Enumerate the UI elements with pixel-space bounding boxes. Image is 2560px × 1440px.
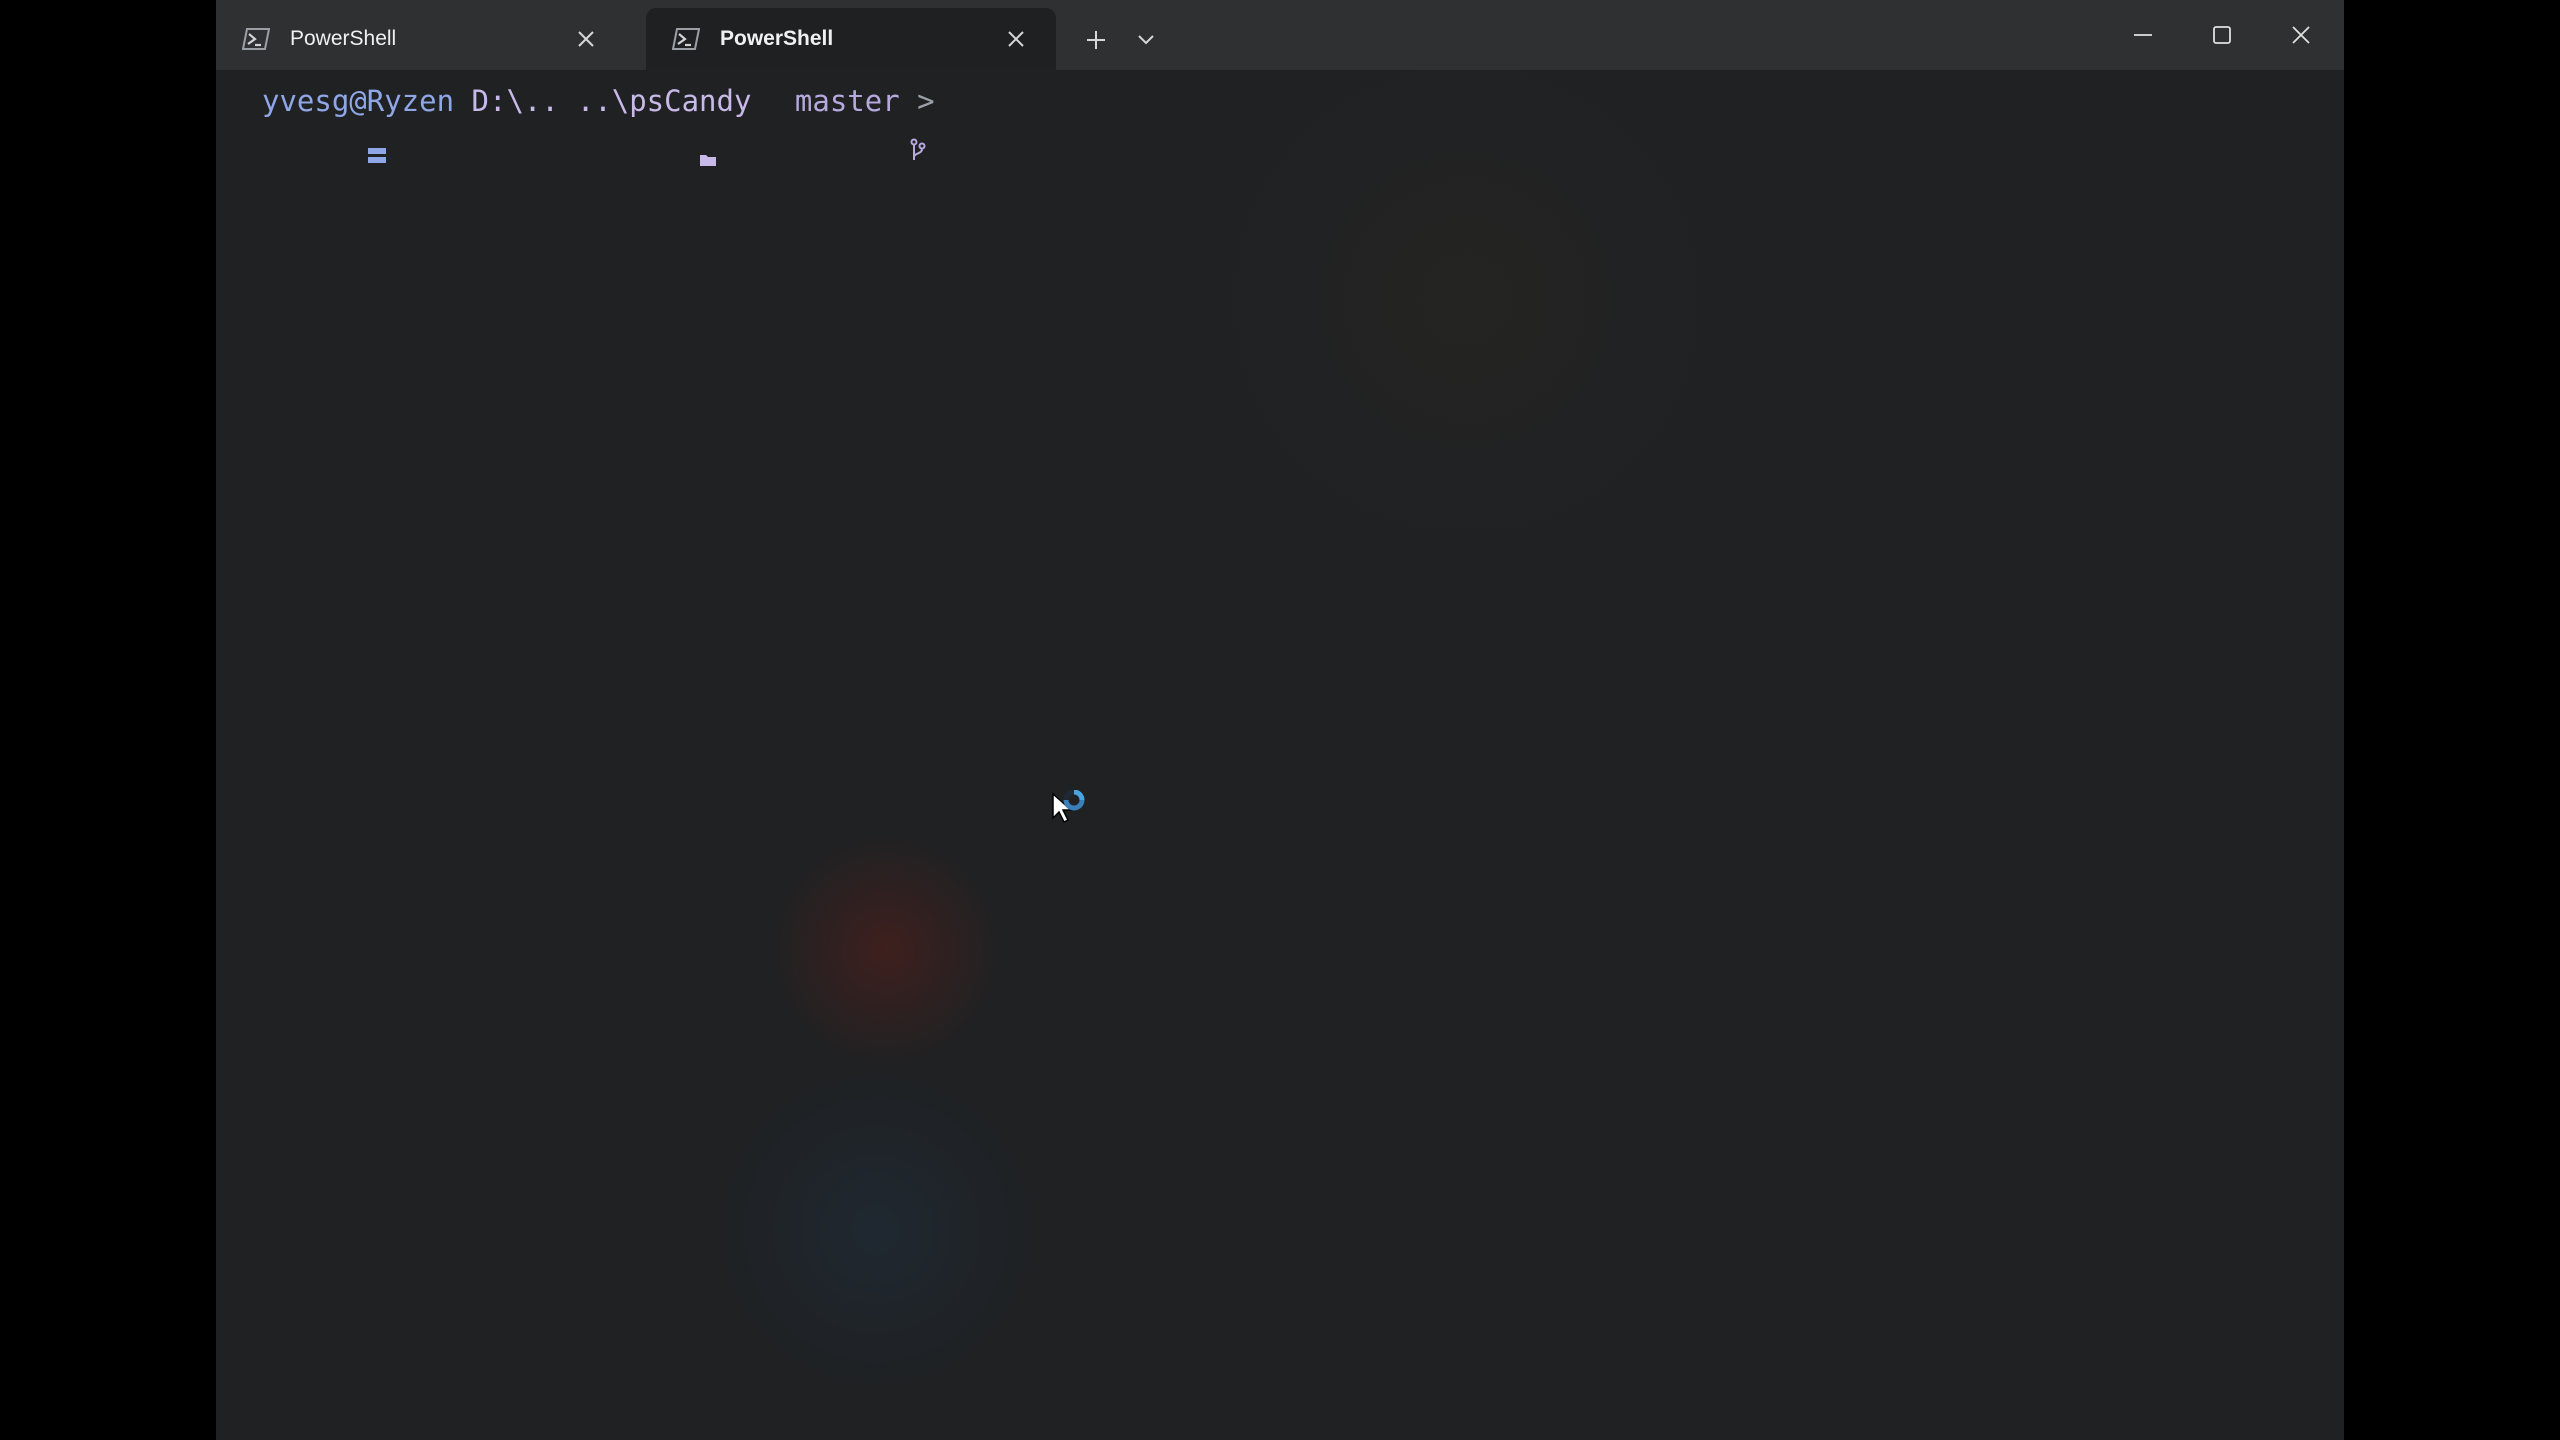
prompt-path-start: D:\.. xyxy=(471,84,559,118)
maximize-icon xyxy=(2213,26,2231,44)
windows-icon xyxy=(228,92,386,163)
maximize-button[interactable] xyxy=(2183,0,2261,70)
tab-powershell-1[interactable]: PowerShell xyxy=(216,8,626,70)
new-tab-button[interactable] xyxy=(1074,18,1118,62)
plus-icon xyxy=(1087,31,1105,49)
prompt-branch: master xyxy=(794,84,900,118)
title-bar[interactable]: PowerShell PowerShell xyxy=(216,0,2344,70)
minimize-icon xyxy=(2134,34,2152,36)
powershell-icon xyxy=(241,27,271,51)
tab-title: PowerShell xyxy=(290,27,397,50)
busy-cursor-icon xyxy=(1050,789,1110,850)
folder-icon xyxy=(559,94,716,166)
close-icon[interactable] xyxy=(566,19,606,59)
tab-powershell-2[interactable]: PowerShell xyxy=(646,8,1056,70)
git-branch-icon xyxy=(769,89,926,160)
prompt-path-end: ..\psCandy xyxy=(576,84,752,118)
prompt-caret: > xyxy=(917,84,935,118)
chevron-down-icon xyxy=(1138,35,1154,45)
tab-title: PowerShell xyxy=(720,27,834,50)
powershell-icon xyxy=(671,27,701,51)
close-icon[interactable] xyxy=(996,19,1036,59)
terminal-pane[interactable]: yvesg@Ryzen D:\.. ..\psCandy master > xyxy=(216,70,2344,1440)
minimize-button[interactable] xyxy=(2104,0,2182,70)
terminal-window: PowerShell PowerShell yvesg@Ryzen D:\.. … xyxy=(216,0,2344,1440)
window-close-button[interactable] xyxy=(2262,0,2340,70)
shell-prompt: yvesg@Ryzen D:\.. ..\psCandy master > xyxy=(228,80,935,166)
prompt-user-host: yvesg@Ryzen xyxy=(262,84,455,118)
tab-dropdown-button[interactable] xyxy=(1124,18,1168,62)
close-icon xyxy=(2292,26,2310,44)
